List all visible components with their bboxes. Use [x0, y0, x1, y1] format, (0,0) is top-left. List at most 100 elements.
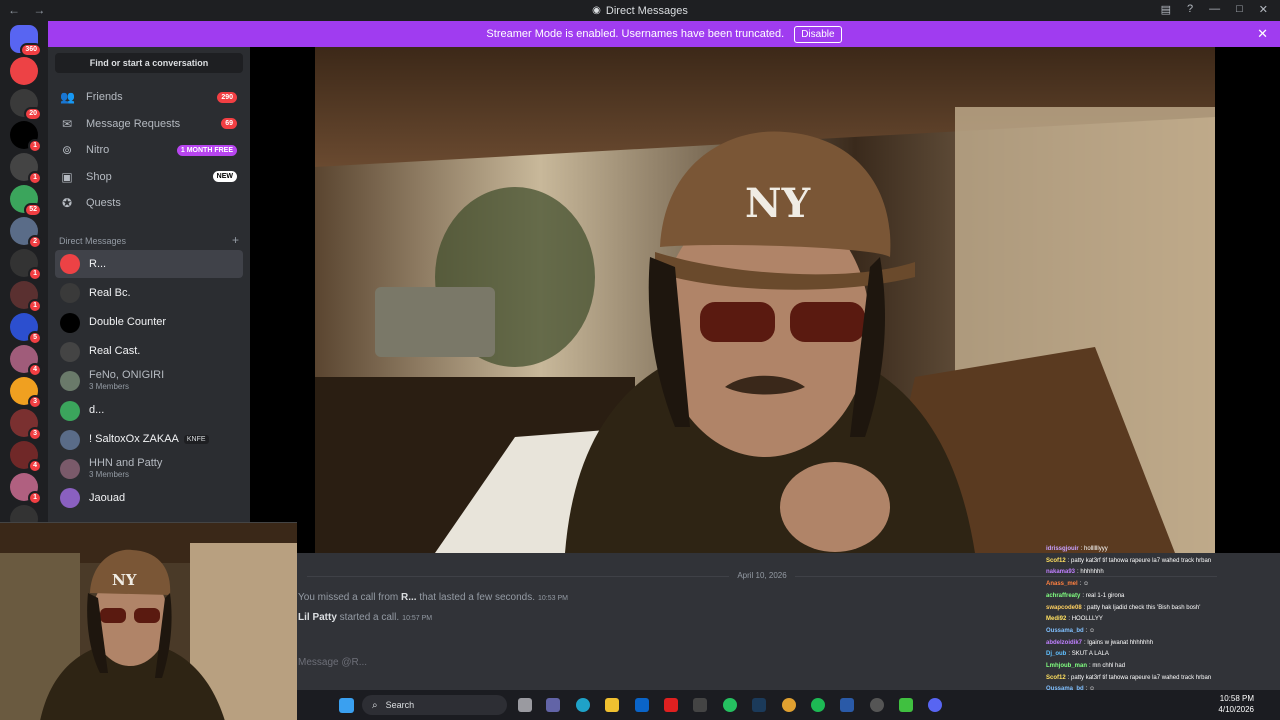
server-badge: 360 [20, 43, 42, 57]
webcam-main-image: NY [315, 47, 1215, 553]
dm-name-block: FeNo, ONIGIRI 3 Members [89, 370, 164, 392]
dm-name-block: Double Counter [89, 317, 166, 328]
file-explorer-icon[interactable] [605, 698, 619, 712]
server-icon[interactable]: 1 [10, 153, 42, 185]
stream-chat-line: Anass_mel: ☺ [1046, 579, 1280, 591]
nav-badge: NEW [212, 171, 237, 183]
steam-icon[interactable] [752, 698, 766, 712]
close-banner-icon[interactable]: ✕ [1257, 26, 1268, 42]
server-icon[interactable]: 1 [10, 121, 42, 153]
nav-badge: 69 [221, 118, 237, 130]
system-message: Lil Patty started a call. 10:57 PM [298, 612, 432, 623]
nav-item-friends[interactable]: 👥 Friends 290 [55, 85, 243, 109]
inbox-icon[interactable]: ▤ [1161, 3, 1171, 16]
stream-chat-user: Oussama_bd [1046, 627, 1084, 634]
stream-chat-line: Oussama_bd: ☺ [1046, 626, 1280, 638]
stream-chat-user: nakama93 [1046, 569, 1076, 576]
message-input[interactable]: Message @R... [298, 657, 367, 668]
dm-item[interactable]: Real Cast. [55, 338, 243, 366]
stream-chat-text: patty kat3rf tif tahowa rapeure la7 wahe… [1071, 674, 1212, 681]
msg-user[interactable]: R... [401, 592, 417, 603]
webcam-feed-main: NY [315, 47, 1215, 553]
dm-name: Real Cast. [89, 345, 141, 358]
server-icon[interactable]: 360 [10, 25, 42, 57]
nav-item-quests[interactable]: ✪ Quests [55, 191, 243, 215]
msg-suffix: started a call. [336, 612, 400, 623]
stream-chat-text: patty hak ljadid check this 'Bish bash b… [1087, 604, 1201, 611]
minimize-button[interactable]: — [1209, 3, 1220, 16]
maximize-button[interactable]: □ [1236, 3, 1243, 16]
edge-icon[interactable] [576, 698, 590, 712]
app-icon[interactable] [693, 698, 707, 712]
nav-badge: 290 [217, 91, 237, 103]
server-icon[interactable]: 2 [10, 217, 42, 249]
obs-icon[interactable] [870, 698, 884, 712]
msg-user[interactable]: Lil Patty [298, 612, 337, 623]
server-badge: 3 [28, 427, 42, 441]
server-icon[interactable]: 4 [10, 345, 42, 377]
nav-item-nitro[interactable]: ⊚ Nitro 1 MONTH FREE [55, 138, 243, 162]
task-view-icon[interactable] [518, 698, 532, 712]
create-dm-icon[interactable]: + [232, 234, 239, 246]
taskbar-search[interactable]: ⌕ Search [362, 695, 507, 715]
server-icon[interactable]: 1 [10, 249, 42, 281]
server-icon[interactable]: 4 [10, 441, 42, 473]
stream-chat-user: abdelzoidik7 [1046, 639, 1083, 646]
dm-item[interactable]: Double Counter [55, 309, 243, 337]
outlook-icon[interactable] [635, 698, 649, 712]
server-icon[interactable]: 52 [10, 185, 42, 217]
back-arrow-icon[interactable]: ← [8, 3, 20, 17]
dm-header: Direct Messages + [59, 234, 239, 246]
dm-item[interactable]: Real Bc. [55, 279, 243, 307]
avatar [60, 371, 80, 392]
avatar [60, 341, 80, 362]
webcam-feed-overlay: NY [0, 522, 297, 720]
stream-chat-user: Medi92 [1046, 616, 1067, 623]
server-icon[interactable]: 3 [10, 377, 42, 409]
find-conversation-button[interactable]: Find or start a conversation [55, 53, 243, 73]
close-window-button[interactable]: ✕ [1259, 3, 1268, 16]
dm-item[interactable]: R... [55, 250, 243, 278]
youtube-icon[interactable] [664, 698, 678, 712]
stream-chat-text: lgains w jwanat hhhhhhh [1087, 639, 1154, 646]
dm-item[interactable]: Jaouad [55, 484, 243, 512]
dm-item[interactable]: HHN and Patty 3 Members [55, 455, 243, 483]
server-icon[interactable]: 3 [10, 409, 42, 441]
disable-streamer-button[interactable]: Disable [794, 25, 842, 43]
discord-taskbar-icon[interactable] [928, 698, 942, 712]
chrome-icon[interactable] [782, 698, 796, 712]
server-icon[interactable]: 5 [10, 313, 42, 345]
server-badge: 3 [28, 395, 42, 409]
teams-icon[interactable] [546, 698, 560, 712]
avatar [60, 488, 80, 509]
window-controls: ▤ ? — □ ✕ [1161, 3, 1268, 16]
forward-arrow-icon[interactable]: → [33, 3, 45, 17]
stream-chat-user: swapcode08 [1046, 604, 1082, 611]
system-clock[interactable]: 10:58 PM 4/10/2026 [1218, 693, 1254, 715]
windows-start-icon[interactable] [339, 698, 354, 713]
media-player-icon[interactable] [899, 698, 913, 712]
dm-item[interactable]: FeNo, ONIGIRI 3 Members [55, 367, 243, 395]
nav-item-shop[interactable]: ▣ Shop NEW [55, 165, 243, 189]
stream-chat-user: Scof12 [1046, 557, 1066, 564]
server-icon[interactable]: 20 [10, 89, 42, 121]
window-title: Direct Messages [605, 4, 688, 17]
server-badge: 4 [28, 459, 42, 473]
streaming-app-icon[interactable] [840, 698, 854, 712]
stream-chat-user: Scof12 [1046, 674, 1066, 681]
dm-item[interactable]: d... [55, 397, 243, 425]
server-icon[interactable] [10, 57, 38, 85]
letterbox-right [1215, 47, 1280, 553]
nav-item-message-requests[interactable]: ✉ Message Requests 69 [55, 112, 243, 136]
stream-chat-line: Lmhjoub_man: mn chhl had [1046, 661, 1280, 673]
spotify-icon[interactable] [811, 698, 825, 712]
stream-chat-user: achraffreaty [1046, 592, 1081, 599]
mail-icon: ✉ [61, 116, 73, 131]
server-icon[interactable]: 1 [10, 281, 42, 313]
whatsapp-icon[interactable] [723, 698, 737, 712]
system-message: You missed a call from R... that lasted … [298, 592, 568, 603]
dm-item[interactable]: ! SaltoxOx ZAKAA KNFE [55, 426, 243, 454]
taskbar: ⌕ Search 10:58 PM 4/10/2026 [297, 690, 1280, 720]
server-icon[interactable]: 1 [10, 473, 42, 505]
help-icon[interactable]: ? [1187, 3, 1193, 16]
